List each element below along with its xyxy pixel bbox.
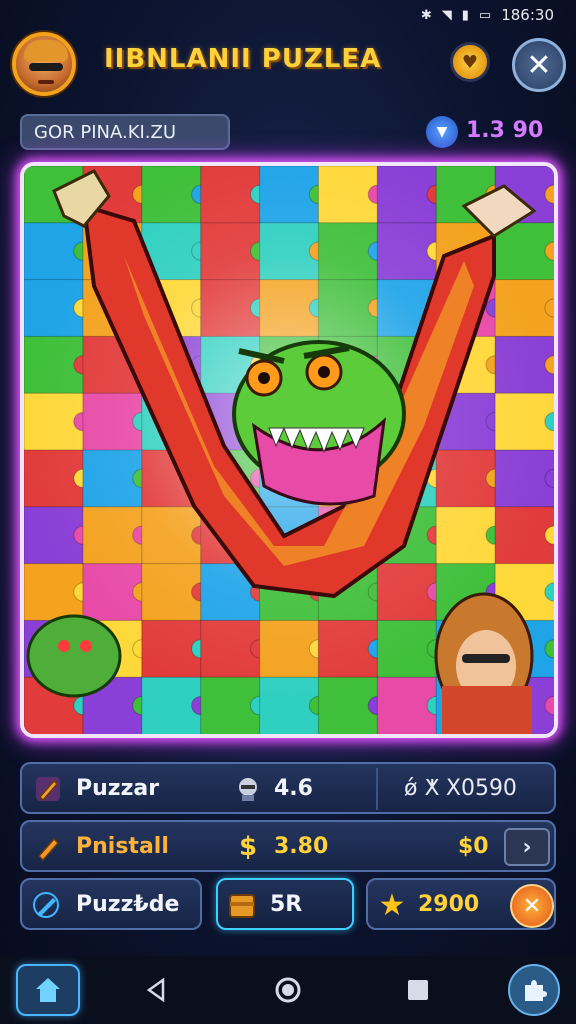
- box-counter[interactable]: 5R: [216, 878, 354, 930]
- stat-row-puzzar[interactable]: Puzzar 4.6 ǿ ⵅ X0590: [20, 762, 556, 814]
- level-label[interactable]: GOR PINA.KI.ZU: [20, 114, 230, 150]
- gem-value: 1.3 90: [466, 118, 544, 143]
- status-time: 186:30: [501, 6, 554, 24]
- bottom-nav: [0, 956, 576, 1024]
- puzzle-mode-button[interactable]: Puzz₺de: [20, 878, 202, 930]
- circle-icon: [275, 977, 301, 1003]
- row1-extra: ǿ ⵅ X0590: [404, 776, 517, 801]
- stat-row-pnistall[interactable]: Pnistall $ 3.80 $0 ›: [20, 820, 556, 872]
- bluetooth-icon: ✱: [420, 7, 432, 23]
- puzzle-menu-button[interactable]: [508, 964, 560, 1016]
- status-bar: ✱ ◥ ▮ ▭ 186:30: [0, 0, 576, 30]
- close-icon: ✕: [526, 47, 552, 83]
- row3-label: Puzz₺de: [76, 892, 180, 917]
- close-button[interactable]: ✕: [512, 38, 566, 92]
- coin-icon: ♥: [461, 51, 479, 73]
- crate-icon: [226, 889, 258, 921]
- square-icon: [408, 980, 428, 1000]
- row2-value: 3.80: [274, 834, 329, 859]
- pencil-icon: [32, 773, 64, 805]
- puzzle-icon: [30, 889, 62, 921]
- close-icon: ✕: [522, 893, 542, 919]
- back-icon: [146, 977, 165, 1003]
- gem-icon[interactable]: ▼: [426, 116, 458, 148]
- row1-value: 4.6: [274, 776, 313, 801]
- signal-icon: ▮: [461, 7, 469, 23]
- header: IIBNLANII PUZLEA ♥ ✕: [0, 28, 576, 98]
- wifi-icon: ◥: [441, 7, 452, 23]
- character-icon: [232, 773, 264, 805]
- puzzle-image[interactable]: [24, 166, 554, 734]
- pencil-icon: [32, 831, 64, 863]
- money-icon: $: [238, 832, 258, 862]
- chevron-right-icon: ›: [522, 834, 532, 860]
- star-value: 2900: [418, 892, 480, 917]
- coin-button[interactable]: ♥: [450, 42, 490, 82]
- stat-row-puzzde: Puzz₺de 5R ★ 2900 ✕: [20, 878, 556, 930]
- next-button[interactable]: ›: [504, 828, 550, 866]
- puzzle-board[interactable]: [20, 162, 558, 738]
- battery-icon: ▭: [478, 7, 492, 23]
- puzzle-piece-icon: [525, 980, 547, 1001]
- star-icon: ★: [378, 887, 406, 923]
- sub-bar: GOR PINA.KI.ZU ▼ 1.3 90: [0, 112, 576, 154]
- back-button[interactable]: [136, 970, 176, 1010]
- row2-label: Pnistall: [76, 834, 169, 859]
- row1-label: Puzzar: [76, 776, 160, 801]
- home-button[interactable]: [16, 964, 80, 1016]
- box-value: 5R: [270, 892, 303, 917]
- home-icon: [36, 978, 60, 1002]
- game-title: IIBNLANII PUZLEA: [104, 44, 382, 74]
- star-counter[interactable]: ★ 2900 ✕: [366, 878, 556, 930]
- recents-button[interactable]: [398, 970, 438, 1010]
- row2-price: $0: [458, 834, 489, 859]
- home-nav-button[interactable]: [268, 970, 308, 1010]
- player-avatar[interactable]: [12, 32, 76, 96]
- cancel-button[interactable]: ✕: [510, 884, 554, 928]
